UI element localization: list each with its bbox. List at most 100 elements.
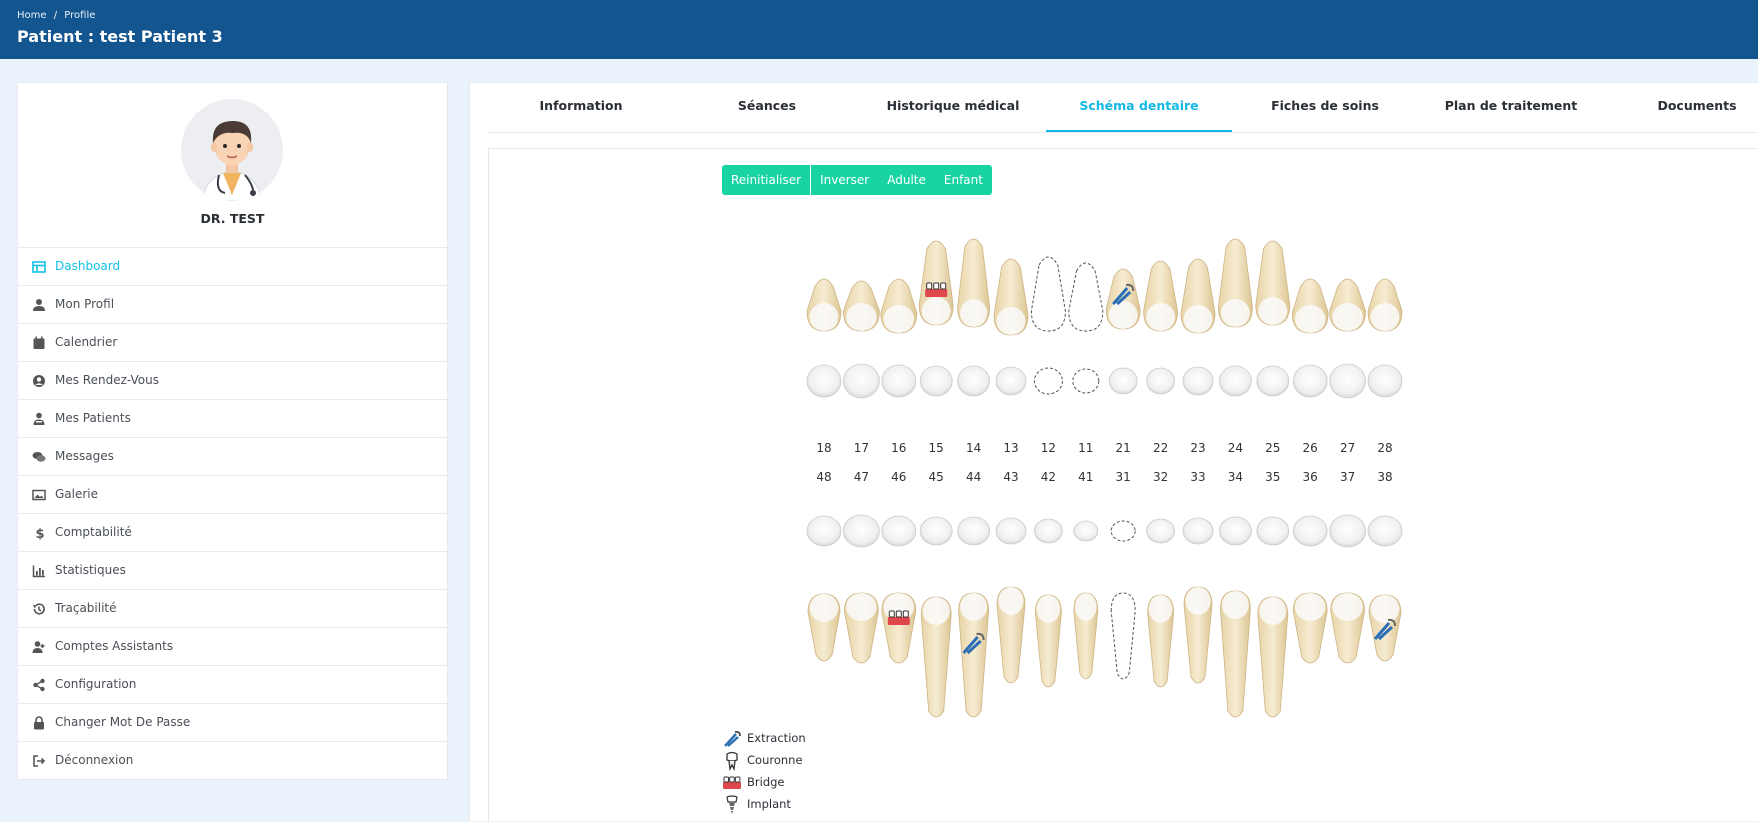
tab-documents[interactable]: Documents — [1604, 83, 1758, 132]
breadcrumb: Home / Profile — [17, 10, 99, 21]
lower-tooth-number: 42 — [1041, 470, 1056, 484]
sidebar-item-mon-profil[interactable]: Mon Profil — [18, 285, 447, 323]
extraction-icon — [724, 730, 741, 747]
sidebar-item-tracabilite[interactable]: Traçabilité — [18, 589, 447, 627]
sidebar-item-comptes-assistants[interactable]: Comptes Assistants — [18, 627, 447, 665]
upper-occlusal-15[interactable] — [919, 365, 953, 397]
dollar-icon: $ — [36, 527, 45, 540]
sidebar-item-dashboard[interactable]: Dashboard — [18, 247, 447, 285]
lower-teeth — [807, 586, 1402, 718]
upper-occlusal-28[interactable] — [1367, 364, 1403, 398]
lower-occlusal-42[interactable] — [1033, 518, 1063, 544]
lower-occlusal-31[interactable] — [1110, 520, 1136, 542]
upper-teeth — [806, 238, 1403, 336]
lower-occlusal-47[interactable] — [843, 514, 880, 548]
lower-tooth-number: 31 — [1116, 470, 1131, 484]
upper-occlusal-22[interactable] — [1146, 367, 1176, 395]
sidebar-item-label: Dashboard — [55, 259, 121, 273]
sidebar-item-label: Mes Rendez-Vous — [55, 373, 159, 387]
lower-occlusal-36[interactable] — [1292, 515, 1328, 547]
tab-seances[interactable]: Séances — [674, 83, 860, 132]
page-header: Home / Profile Patient : test Patient 3 — [0, 0, 1758, 59]
lower-tooth-31[interactable] — [1110, 592, 1136, 680]
sidebar-item-galerie[interactable]: Galerie — [18, 475, 447, 513]
inverser-button[interactable]: Inverser — [811, 165, 878, 195]
lower-tooth-number: 44 — [966, 470, 981, 484]
tab-fiches-de-soins[interactable]: Fiches de soins — [1232, 83, 1418, 132]
upper-occlusal-21[interactable] — [1108, 367, 1138, 395]
reinitialiser-button[interactable]: Reinitialiser — [722, 165, 812, 195]
sidebar-item-mes-patients[interactable]: Mes Patients — [18, 399, 447, 437]
lower-occlusal-44[interactable] — [957, 516, 991, 546]
sidebar-item-label: Calendrier — [55, 335, 118, 349]
upper-occlusal-14[interactable] — [957, 365, 991, 397]
breadcrumb-home[interactable]: Home — [17, 10, 47, 21]
avatar — [181, 99, 283, 201]
upper-tooth-number: 26 — [1303, 441, 1318, 455]
sidebar-item-label: Changer Mot De Passe — [55, 715, 191, 729]
tab-plan-de-traitement[interactable]: Plan de traitement — [1418, 83, 1604, 132]
lower-tooth-number: 34 — [1228, 470, 1243, 484]
sidebar-item-comptabilite[interactable]: $ Comptabilité — [18, 513, 447, 551]
lower-occlusal-37[interactable] — [1329, 514, 1366, 548]
lower-occlusal-35[interactable] — [1256, 516, 1290, 546]
upper-tooth-12[interactable] — [1030, 256, 1066, 332]
dental-chart-panel: Reinitialiser Inverser Adulte Enfant 18 … — [488, 148, 1758, 822]
sidebar-item-changer-mot-de-passe[interactable]: Changer Mot De Passe — [18, 703, 447, 741]
svg-text:$: $ — [36, 527, 45, 540]
lower-tooth-number: 47 — [854, 470, 869, 484]
upper-tooth-number: 28 — [1377, 441, 1392, 455]
tab-historique-medical[interactable]: Historique médical — [860, 83, 1046, 132]
dashboard-icon — [32, 261, 46, 273]
legend-label: Couronne — [747, 753, 803, 767]
sidebar-item-configuration[interactable]: Configuration — [18, 665, 447, 703]
lock-icon — [34, 716, 44, 730]
lower-tooth-number: 48 — [816, 470, 831, 484]
sidebar-item-mes-rendez-vous[interactable]: Mes Rendez-Vous — [18, 361, 447, 399]
sidebar-item-label: Galerie — [55, 487, 99, 501]
sidebar-item-deconnexion[interactable]: Déconnexion — [18, 741, 447, 779]
adulte-button[interactable]: Adulte — [878, 165, 935, 195]
tab-schema-dentaire[interactable]: Schéma dentaire — [1046, 83, 1232, 132]
lower-tooth-number: 32 — [1153, 470, 1168, 484]
upper-occlusal-11[interactable] — [1072, 368, 1100, 394]
upper-occlusal-18[interactable] — [806, 364, 842, 398]
upper-occlusal-23[interactable] — [1182, 366, 1214, 396]
upper-occlusal-12[interactable] — [1033, 367, 1063, 395]
sidebar-item-label: Traçabilité — [55, 601, 117, 615]
upper-tooth-number: 13 — [1003, 441, 1018, 455]
upper-tooth-number: 22 — [1153, 441, 1168, 455]
upper-occlusal-row — [806, 363, 1403, 399]
upper-occlusal-27[interactable] — [1329, 363, 1366, 399]
lower-occlusal-38[interactable] — [1367, 515, 1403, 547]
upper-occlusal-17[interactable] — [843, 363, 880, 399]
lower-occlusal-43[interactable] — [995, 517, 1027, 545]
upper-occlusal-16[interactable] — [881, 364, 917, 398]
upper-tooth-number: 17 — [854, 441, 869, 455]
lower-occlusal-32[interactable] — [1146, 518, 1176, 544]
sidebar-item-statistiques[interactable]: Statistiques — [18, 551, 447, 589]
tab-information[interactable]: Information — [488, 83, 674, 132]
dental-chart: 18 17 16 15 14 13 12 11 21 22 23 24 25 26 27 28 48 47 46 4… — [806, 238, 1403, 718]
upper-occlusal-13[interactable] — [995, 366, 1027, 396]
upper-tooth-11[interactable] — [1068, 262, 1104, 332]
lower-occlusal-48[interactable] — [806, 515, 842, 547]
lower-occlusal-41[interactable] — [1073, 520, 1099, 542]
sidebar-item-messages[interactable]: Messages — [18, 437, 447, 475]
lower-occlusal-45[interactable] — [919, 516, 953, 546]
comments-icon — [32, 452, 46, 462]
lower-occlusal-34[interactable] — [1218, 516, 1252, 546]
sidebar-item-label: Comptes Assistants — [55, 639, 174, 653]
sidebar-item-calendrier[interactable]: Calendrier — [18, 323, 447, 361]
lower-occlusal-46[interactable] — [881, 515, 917, 547]
share-icon — [33, 678, 45, 692]
sidebar-item-label: Déconnexion — [55, 753, 134, 767]
upper-occlusal-24[interactable] — [1218, 365, 1252, 397]
upper-occlusal-25[interactable] — [1256, 365, 1290, 397]
upper-occlusal-26[interactable] — [1292, 364, 1328, 398]
user-icon — [33, 299, 45, 311]
sign-out-icon — [33, 755, 46, 767]
lower-tooth-number: 45 — [929, 470, 944, 484]
enfant-button[interactable]: Enfant — [935, 165, 992, 195]
lower-occlusal-33[interactable] — [1182, 517, 1214, 545]
